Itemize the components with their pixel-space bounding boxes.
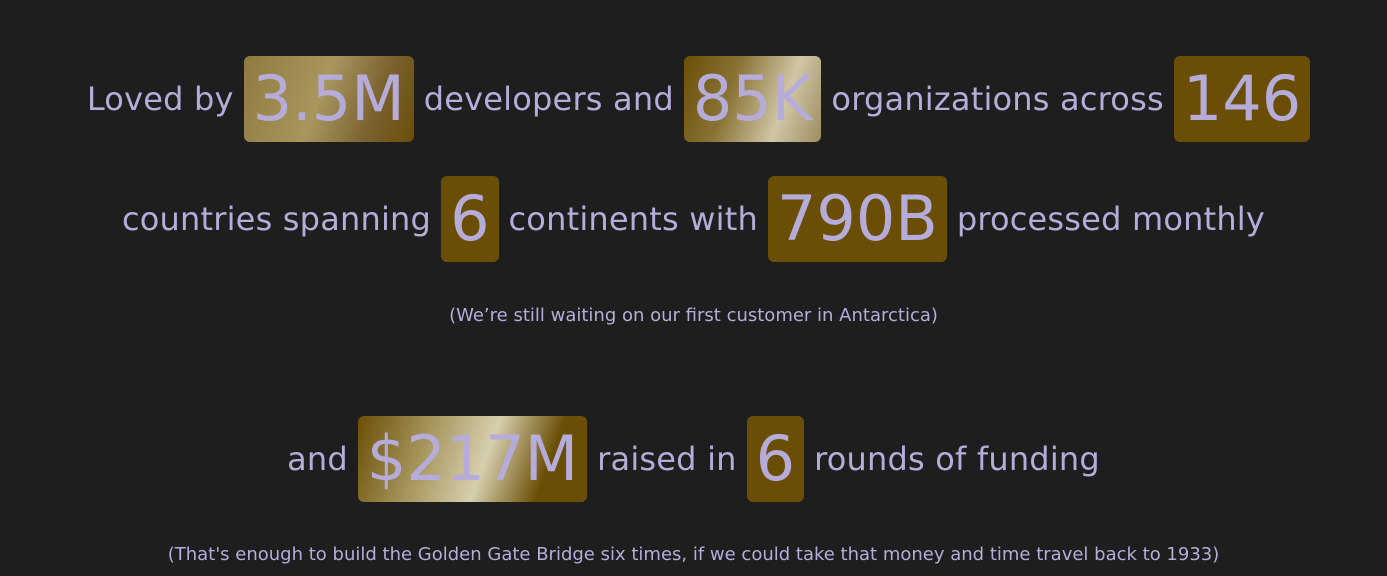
funding-amount-stat: $217M [357, 416, 588, 502]
funding-rounds-stat: 6 [746, 416, 805, 502]
stats-text: developers and [423, 80, 674, 118]
funding-line: and $217M raised in 6 rounds of funding [0, 416, 1387, 502]
stats-text: countries spanning [121, 200, 432, 238]
stats-text: organizations across [831, 80, 1164, 118]
funding-text: raised in [597, 440, 737, 478]
countries-stat: 146 [1173, 56, 1311, 142]
developers-stat: 3.5M [243, 56, 414, 142]
funding-text: rounds of funding [814, 440, 1100, 478]
continents-stat: 6 [441, 176, 499, 262]
processed-stat: 790B [767, 176, 947, 262]
stats-text: processed monthly [956, 200, 1266, 238]
organizations-stat: 85K [683, 56, 822, 142]
stats-text: continents with [508, 200, 758, 238]
antarctica-note: (We’re still waiting on our first custom… [449, 305, 938, 326]
stats-line-2: countries spanning 6 continents with 790… [0, 176, 1387, 262]
funding-text: and [287, 440, 348, 478]
stats-text: Loved by [86, 80, 234, 118]
golden-gate-note: (That's enough to build the Golden Gate … [167, 544, 1220, 565]
stats-line-1: Loved by 3.5M developers and 85K organiz… [0, 56, 1387, 142]
